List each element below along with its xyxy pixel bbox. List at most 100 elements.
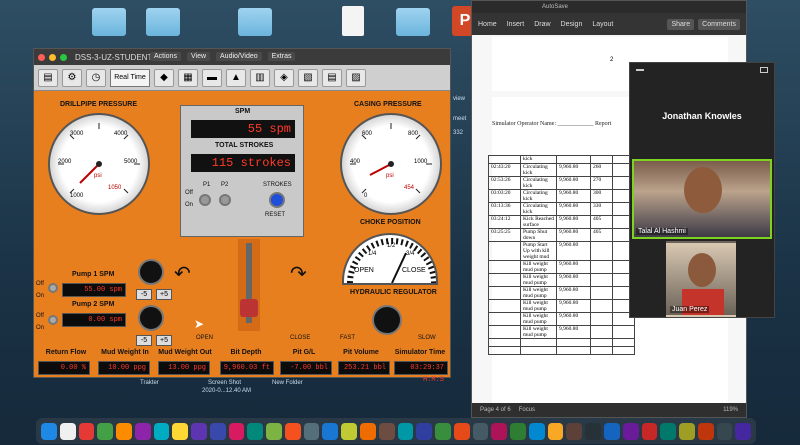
valve-icon[interactable]: ◈ <box>274 68 294 87</box>
settings-icon[interactable]: ⚙ <box>62 68 82 87</box>
dock-app-icon[interactable] <box>228 422 245 440</box>
dock-app-icon[interactable] <box>247 422 264 440</box>
document-icon[interactable] <box>342 6 364 36</box>
dock-app-icon[interactable] <box>116 422 132 440</box>
dock-app-icon[interactable] <box>284 422 301 440</box>
folder-icon[interactable] <box>146 8 180 36</box>
close-window-button[interactable] <box>38 53 45 61</box>
dock-app-icon[interactable] <box>341 422 358 440</box>
dock-app-icon[interactable] <box>153 422 170 440</box>
chart-icon[interactable]: ▧ <box>298 68 318 87</box>
dock-app-icon[interactable] <box>303 422 320 440</box>
video-tile-talal[interactable]: Talal Al Hashmi <box>632 159 772 239</box>
vnc-menu-audio-video[interactable]: Audio/Video <box>216 51 262 61</box>
pump1-knob[interactable] <box>138 259 164 285</box>
dock-app-icon[interactable] <box>378 422 395 440</box>
ribbon-tab-home[interactable]: Home <box>478 21 497 28</box>
table-cell <box>488 299 521 313</box>
dock-app-icon[interactable] <box>622 422 639 440</box>
folder-icon[interactable] <box>92 8 126 36</box>
dock-app-icon[interactable] <box>679 422 695 440</box>
choke-lever-handle[interactable] <box>240 299 258 317</box>
dock-app-icon[interactable] <box>191 422 207 440</box>
dock-app-icon[interactable] <box>528 422 545 440</box>
dock-app-icon[interactable] <box>78 422 95 440</box>
dock-app-icon[interactable] <box>697 422 714 440</box>
pump2-switch[interactable] <box>48 315 58 325</box>
p1-switch[interactable] <box>199 194 211 206</box>
pump1-minus-button[interactable]: -5 <box>136 289 152 300</box>
zoom-minimize-icon[interactable] <box>636 69 644 71</box>
zoom-view-icon[interactable] <box>760 67 768 73</box>
table-cell <box>590 325 613 339</box>
vnc-menu-view[interactable]: View <box>186 51 211 61</box>
dock-app-icon[interactable] <box>510 422 526 440</box>
ribbon-tab-design[interactable]: Design <box>561 21 583 28</box>
reset-button[interactable] <box>269 192 285 208</box>
dock-app-icon[interactable] <box>397 422 414 440</box>
dock-app-icon[interactable] <box>566 422 583 440</box>
dock-app-icon[interactable] <box>453 422 470 440</box>
dock-app-icon[interactable] <box>641 422 658 440</box>
table-cell <box>590 312 613 326</box>
rig-icon[interactable]: ▲ <box>226 68 246 87</box>
dock-app-icon[interactable] <box>735 422 752 440</box>
choke-q1: 1/4 <box>368 251 377 257</box>
table-cell <box>556 155 591 164</box>
hydraulic-regulator-knob[interactable] <box>372 305 402 335</box>
pump-icon[interactable]: ◆ <box>154 68 174 87</box>
print-icon[interactable]: ▤ <box>38 68 58 87</box>
minimize-window-button[interactable] <box>49 53 56 61</box>
dock-app-icon[interactable] <box>172 422 189 440</box>
dock-app-icon[interactable] <box>360 422 376 440</box>
truck-icon[interactable]: ▬ <box>202 68 222 87</box>
table-row: Kill weight mud pump 9,960.80 <box>488 286 635 300</box>
tank-icon[interactable]: ▥ <box>250 68 270 87</box>
dock-app-icon[interactable] <box>547 422 564 440</box>
video-tile-juan[interactable]: Juan Perez <box>666 241 736 317</box>
folder-icon[interactable] <box>238 8 272 36</box>
dock-app-icon[interactable] <box>322 422 339 440</box>
zoom-level[interactable]: 119% <box>723 407 738 413</box>
dock-app-icon[interactable] <box>41 422 57 440</box>
maximize-window-button[interactable] <box>60 53 67 61</box>
dock-app-icon[interactable] <box>134 422 151 440</box>
dock-app-icon[interactable] <box>603 422 620 440</box>
clock-icon[interactable]: ◷ <box>86 68 106 87</box>
pump1-switch[interactable] <box>48 283 58 293</box>
graph-icon[interactable]: ▨ <box>346 68 366 87</box>
comments-button[interactable]: Comments <box>698 18 740 30</box>
dock-app-icon[interactable] <box>97 422 114 440</box>
side-text: view <box>453 96 466 102</box>
pump2-plus-button[interactable]: +5 <box>156 335 172 346</box>
vnc-menu-extras[interactable]: Extras <box>267 51 296 61</box>
vnc-menu-actions[interactable]: Actions <box>150 51 181 61</box>
ribbon-tab-insert[interactable]: Insert <box>507 21 525 28</box>
p2-switch[interactable] <box>219 194 231 206</box>
table-icon[interactable]: ▤ <box>322 68 342 87</box>
ribbon-tab-layout[interactable]: Layout <box>592 21 613 28</box>
focus-button[interactable]: Focus <box>519 407 535 413</box>
pump2-display: 0.00 spm <box>62 313 126 327</box>
dock-app-icon[interactable] <box>491 422 508 440</box>
table-row: 03:03:20 Circulating kick 9,960.80 300 <box>488 189 635 203</box>
dock-app-icon[interactable] <box>585 422 601 440</box>
dock-app-icon[interactable] <box>59 422 76 440</box>
dock-app-icon[interactable] <box>716 422 733 440</box>
share-button[interactable]: Share <box>667 18 695 30</box>
dock-app-icon[interactable] <box>209 422 226 440</box>
table-cell <box>556 346 591 355</box>
pump1-plus-button[interactable]: +5 <box>156 289 172 300</box>
dock-app-icon[interactable] <box>472 422 489 440</box>
pump2-minus-button[interactable]: -5 <box>136 335 152 346</box>
dock-app-icon[interactable] <box>660 422 677 440</box>
pump2-knob[interactable] <box>138 305 164 331</box>
dock-app-icon[interactable] <box>416 422 433 440</box>
report-icon[interactable]: ▦ <box>178 68 198 87</box>
folder-icon[interactable] <box>396 8 430 36</box>
real-time-button[interactable]: Real Time <box>110 68 150 87</box>
dock-app-icon[interactable] <box>435 422 451 440</box>
mud-weight-out-display: 13.00 ppg <box>158 361 210 375</box>
ribbon-tab-draw[interactable]: Draw <box>534 21 550 28</box>
dock-app-icon[interactable] <box>266 422 282 440</box>
